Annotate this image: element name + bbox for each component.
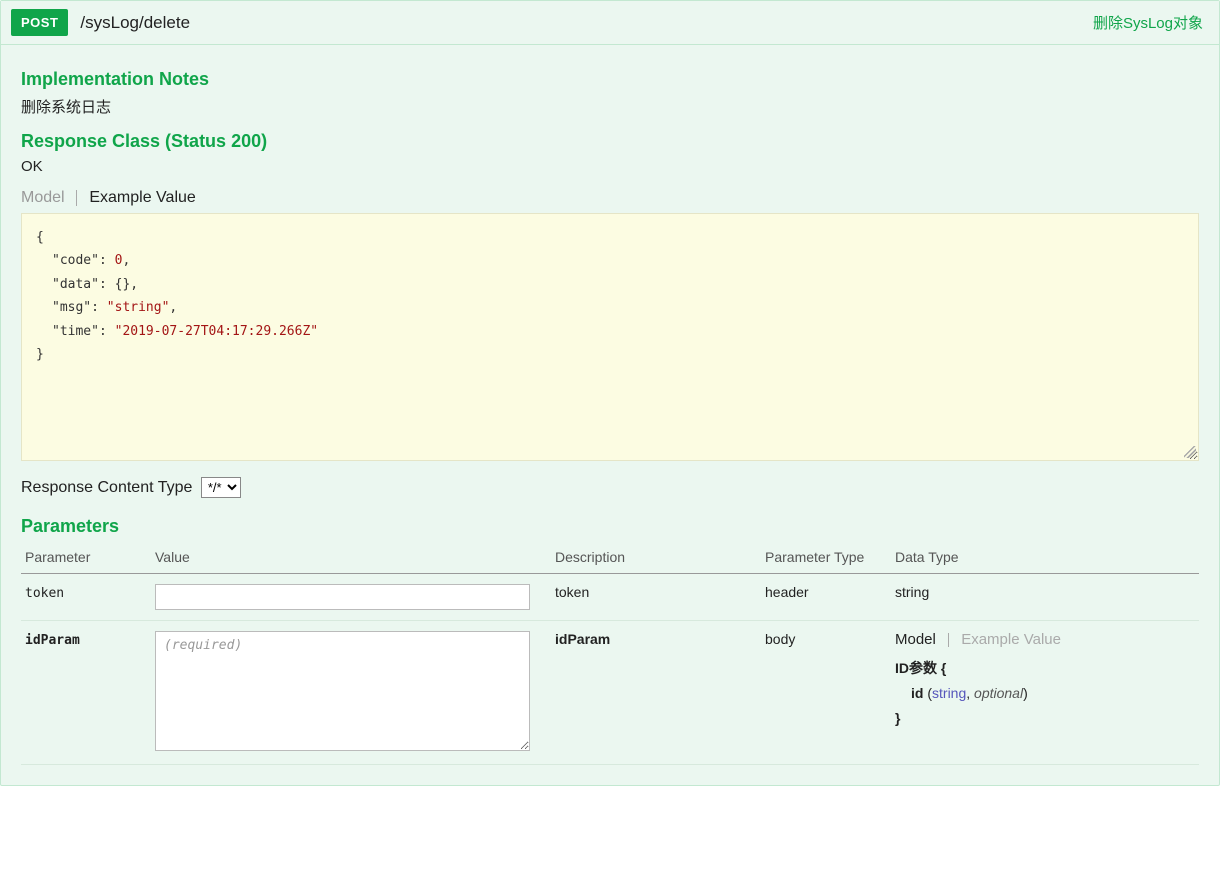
operation-panel: POST /sysLog/delete 删除SysLog对象 Implement… xyxy=(0,0,1220,786)
parameters-heading: Parameters xyxy=(21,516,1199,537)
col-data-type: Data Type xyxy=(891,543,1199,574)
json-object: {} xyxy=(115,277,131,292)
operation-body: Implementation Notes 删除系统日志 Response Cla… xyxy=(1,45,1219,785)
json-string: "string" xyxy=(107,300,170,315)
param-data-type: string xyxy=(891,574,1199,621)
datatype-tab-model[interactable]: Model xyxy=(895,631,936,648)
param-name-token: token xyxy=(25,586,64,601)
json-string: "2019-07-27T04:17:29.266Z" xyxy=(115,324,319,339)
response-example-box[interactable]: { "code": 0, "data": {}, "msg": "string"… xyxy=(21,213,1199,461)
json-brace-open: { xyxy=(36,230,44,245)
schema-title: ID参数 xyxy=(895,660,937,676)
tab-separator xyxy=(948,633,949,647)
datatype-tabs: Model Example Value xyxy=(895,631,1195,648)
param-type: header xyxy=(761,574,891,621)
datatype-tab-example[interactable]: Example Value xyxy=(961,631,1061,648)
response-content-type-row: Response Content Type */* xyxy=(21,477,1199,498)
implementation-notes-heading: Implementation Notes xyxy=(21,69,1199,90)
response-class-status-text: OK xyxy=(21,158,1199,175)
schema-field-type[interactable]: string xyxy=(932,685,966,701)
response-content-type-label: Response Content Type xyxy=(21,479,192,496)
operation-summary: 删除SysLog对象 xyxy=(1093,12,1203,33)
model-schema: ID参数 { id (string, optional) } xyxy=(895,656,1195,732)
json-key: "data" xyxy=(52,277,99,292)
implementation-notes-text: 删除系统日志 xyxy=(21,96,1199,117)
param-name-idparam: idParam xyxy=(25,633,80,648)
param-data-type-cell: Model Example Value ID参数 { id (string, o… xyxy=(891,621,1199,765)
parameters-header-row: Parameter Value Description Parameter Ty… xyxy=(21,543,1199,574)
operation-header[interactable]: POST /sysLog/delete 删除SysLog对象 xyxy=(1,1,1219,45)
endpoint-path: /sysLog/delete xyxy=(80,13,1093,33)
param-description: idParam xyxy=(551,621,761,765)
schema-close: } xyxy=(895,710,900,726)
resize-grip-icon xyxy=(1184,446,1196,458)
token-input[interactable] xyxy=(155,584,530,610)
json-key: "time" xyxy=(52,324,99,339)
json-key: "code" xyxy=(52,253,99,268)
table-row: token token header string xyxy=(21,574,1199,621)
table-row: idParam idParam body Model Example Value… xyxy=(21,621,1199,765)
param-description: token xyxy=(551,574,761,621)
col-parameter: Parameter xyxy=(21,543,151,574)
tab-example-value[interactable]: Example Value xyxy=(89,189,203,207)
response-content-type-select[interactable]: */* xyxy=(201,477,241,498)
json-key: "msg" xyxy=(52,300,91,315)
col-param-type: Parameter Type xyxy=(761,543,891,574)
schema-optional: optional xyxy=(974,685,1023,701)
idparam-textarea[interactable] xyxy=(155,631,530,751)
json-brace-close: } xyxy=(36,347,44,362)
response-view-tabs: Model Example Value xyxy=(21,189,1199,207)
param-type: body xyxy=(761,621,891,765)
col-description: Description xyxy=(551,543,761,574)
schema-field-name: id xyxy=(911,685,923,701)
parameters-table: Parameter Value Description Parameter Ty… xyxy=(21,543,1199,765)
http-method-badge: POST xyxy=(11,9,68,36)
tab-model[interactable]: Model xyxy=(21,189,73,207)
response-class-heading: Response Class (Status 200) xyxy=(21,131,1199,152)
tab-separator xyxy=(76,190,77,206)
col-value: Value xyxy=(151,543,551,574)
